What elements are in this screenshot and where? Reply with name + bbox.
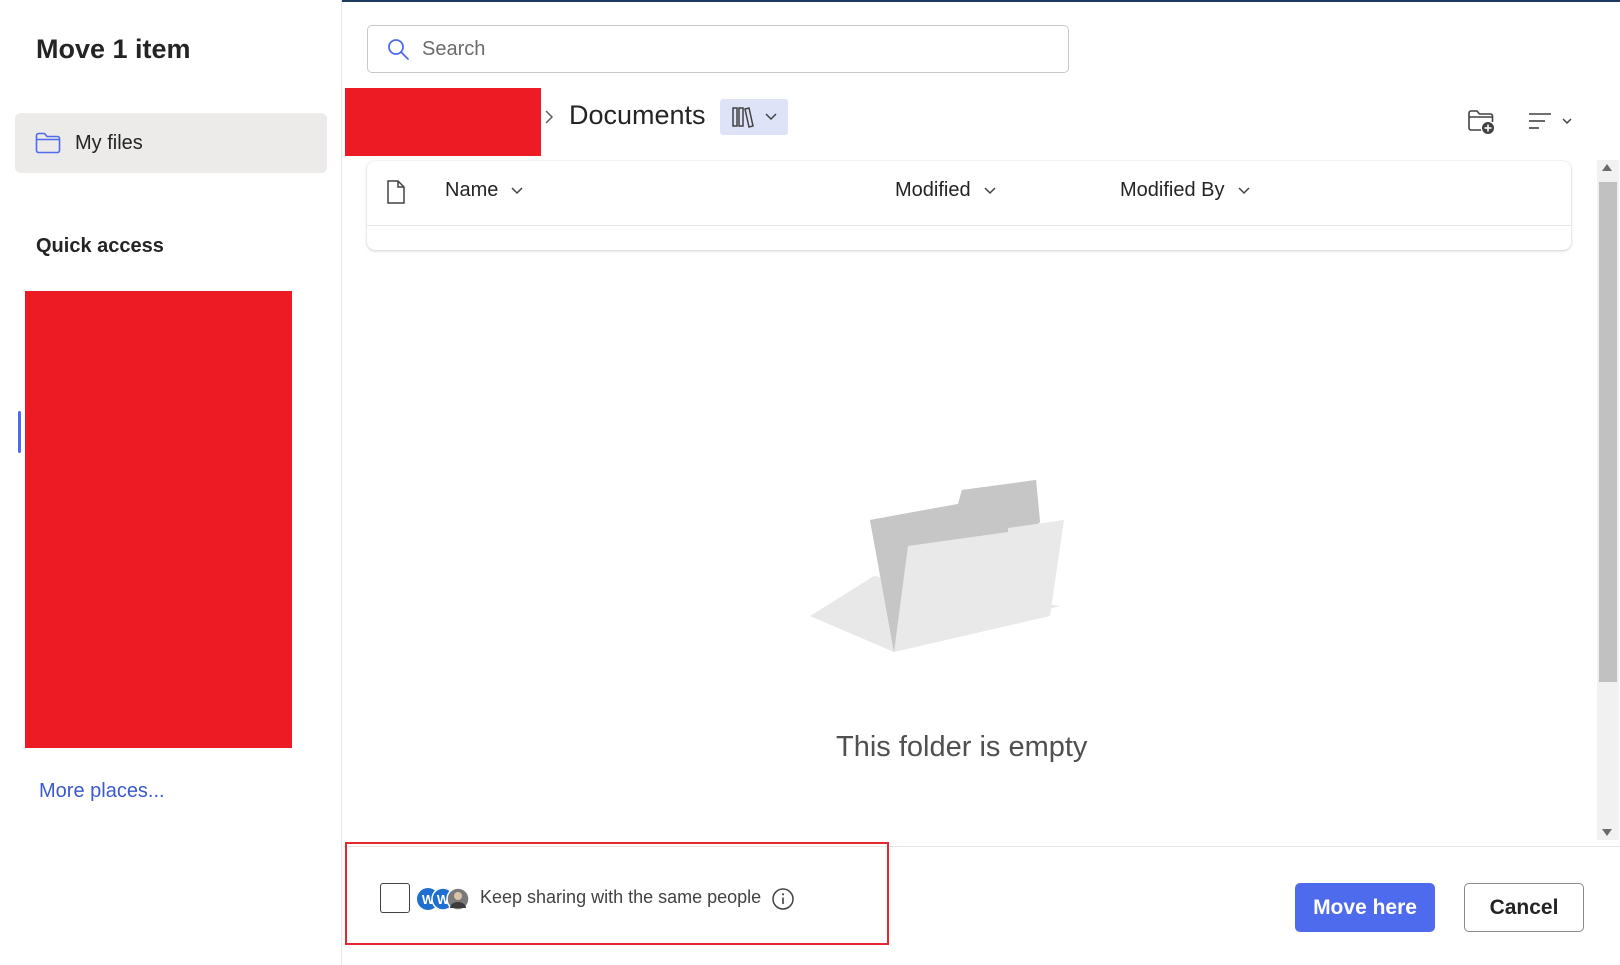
chevron-down-icon (511, 186, 523, 194)
vertical-scrollbar[interactable] (1597, 160, 1619, 840)
folder-icon (35, 132, 61, 154)
column-header-label: Modified (895, 179, 971, 201)
more-places-link[interactable]: More places... (39, 780, 165, 803)
column-header-label: Modified By (1120, 179, 1225, 201)
chevron-right-icon (545, 110, 554, 124)
empty-folder-illustration (810, 480, 1064, 652)
redacted-quick-access-list (25, 291, 292, 748)
file-list: Name Modified Modified By (367, 161, 1571, 250)
library-icon (732, 107, 754, 128)
redacted-breadcrumb (345, 88, 541, 156)
chevron-down-icon (1237, 186, 1250, 194)
scroll-thumb[interactable] (1599, 182, 1617, 682)
chevron-down-icon (984, 186, 996, 194)
search-box[interactable] (367, 25, 1069, 73)
sidebar-item-my-files[interactable]: My files (15, 113, 327, 173)
new-folder-icon[interactable] (1466, 106, 1496, 136)
column-header-modified[interactable]: Modified (895, 179, 997, 202)
view-options-button[interactable] (1527, 108, 1579, 134)
file-type-column-header[interactable] (385, 179, 407, 205)
selection-indicator (18, 411, 21, 453)
keep-sharing-label: Keep sharing with the same people (480, 887, 762, 907)
chevron-down-icon (765, 113, 777, 121)
breadcrumb-current: Documents (569, 100, 706, 130)
column-header-modified-by[interactable]: Modified By (1120, 179, 1251, 202)
info-icon[interactable] (771, 887, 795, 911)
cancel-button[interactable]: Cancel (1464, 883, 1584, 932)
column-header-name[interactable]: Name (445, 179, 524, 202)
keep-sharing-checkbox[interactable] (380, 883, 410, 913)
column-header-label: Name (445, 179, 499, 201)
view-options-icon (1529, 113, 1551, 129)
shared-people-avatars: W W (417, 887, 470, 911)
search-icon (388, 39, 409, 60)
sidebar-item-label: My files (75, 131, 143, 154)
empty-state-message: This folder is empty (836, 731, 1088, 763)
file-icon (387, 180, 405, 204)
sidebar: Move 1 item My files Quick access More p… (0, 0, 342, 965)
library-switcher-button[interactable] (720, 99, 788, 135)
move-here-button[interactable]: Move here (1295, 883, 1435, 932)
quick-access-heading: Quick access (36, 235, 164, 257)
list-header: Name Modified Modified By (367, 161, 1571, 226)
dialog-title: Move 1 item (36, 34, 191, 64)
search-input[interactable] (422, 37, 1042, 61)
chevron-down-icon (1562, 118, 1572, 125)
scroll-up-arrow[interactable] (1602, 164, 1612, 171)
scroll-down-arrow[interactable] (1602, 829, 1612, 836)
